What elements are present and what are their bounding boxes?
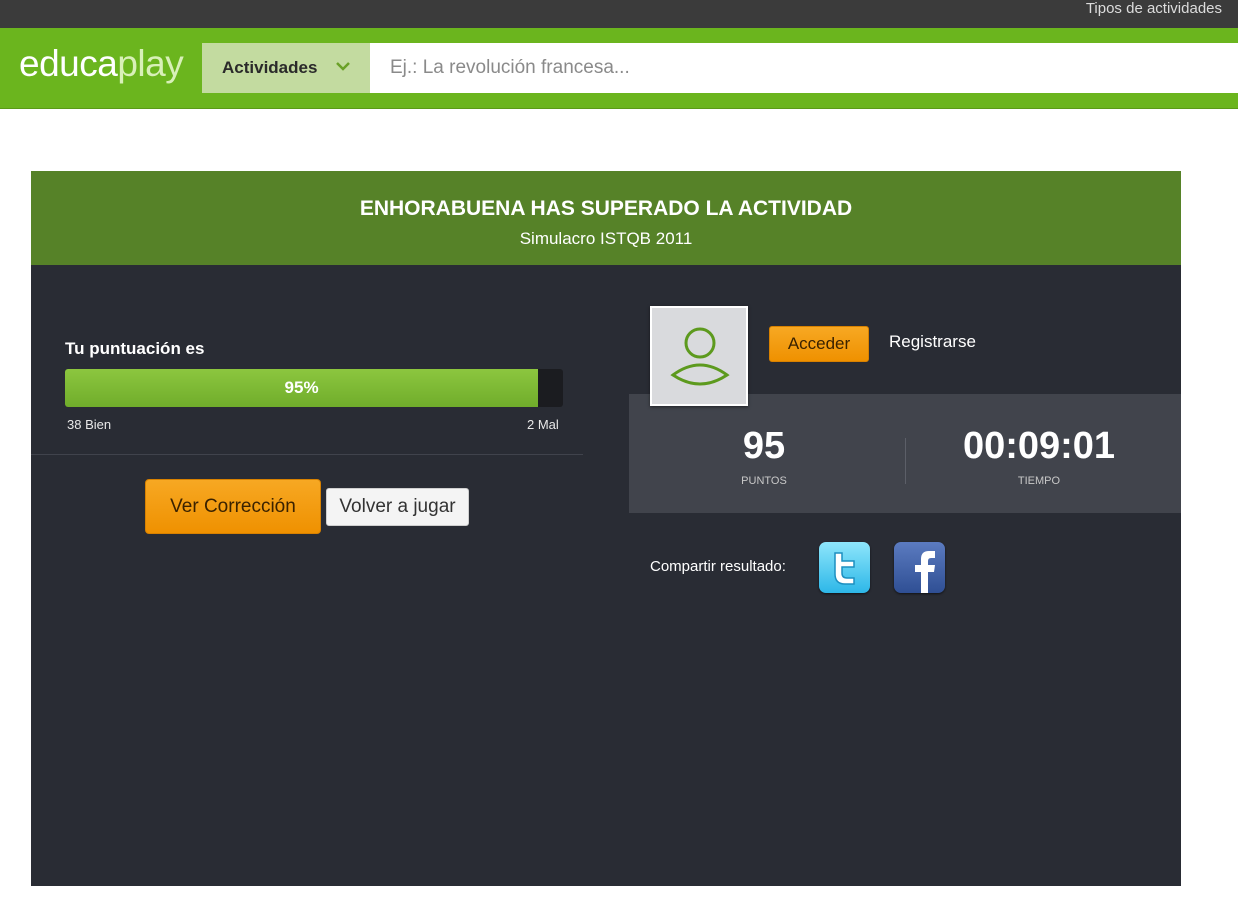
top-bar: Tipos de actividades xyxy=(0,0,1238,28)
volver-a-jugar-button[interactable]: Volver a jugar xyxy=(326,488,469,526)
twitter-glyph xyxy=(834,552,855,585)
actividades-label: Actividades xyxy=(222,58,318,77)
educaplay-logo[interactable]: educaplay xyxy=(19,43,184,84)
share-label: Compartir resultado: xyxy=(650,558,786,575)
points-label: PUNTOS xyxy=(741,475,787,487)
twitter-icon[interactable] xyxy=(819,542,870,593)
points-value: 95 xyxy=(742,425,786,467)
score-label: Tu puntuación es xyxy=(65,339,205,358)
acceder-button[interactable]: Acceder xyxy=(769,326,869,362)
time-value: 00:09:01 xyxy=(962,425,1116,467)
wrong-count: 2 Mal xyxy=(527,417,559,432)
ver-correccion-button[interactable]: Ver Corrección xyxy=(145,479,321,534)
avatar xyxy=(650,306,748,406)
score-percent-text: 95% xyxy=(284,378,319,397)
result-header: ENHORABUENA HAS SUPERADO LA ACTIVIDAD Si… xyxy=(31,171,1181,265)
divider xyxy=(31,454,583,455)
facebook-icon[interactable] xyxy=(894,542,945,593)
logo-text-play: play xyxy=(117,43,184,84)
tipos-actividades-link[interactable]: Tipos de actividades xyxy=(1086,0,1222,20)
time-label: TIEMPO xyxy=(1017,475,1061,487)
result-panel: ENHORABUENA HAS SUPERADO LA ACTIVIDAD Si… xyxy=(31,171,1181,886)
registrarse-link[interactable]: Registrarse xyxy=(889,332,976,352)
stats-box: 95 PUNTOS 00:09:01 TIEMPO xyxy=(629,394,1181,513)
facebook-glyph xyxy=(915,551,935,593)
activity-name: Simulacro ISTQB 2011 xyxy=(519,229,693,248)
search-input[interactable] xyxy=(370,43,1238,93)
user-icon xyxy=(670,327,730,386)
logo-text-educa: educa xyxy=(19,43,118,84)
correct-count: 38 Bien xyxy=(67,417,112,432)
stats-divider xyxy=(905,438,906,484)
chevron-down-icon xyxy=(336,62,350,71)
site-header: educaplay Actividades xyxy=(0,28,1238,109)
score-progress-bar: 95% xyxy=(65,369,563,407)
actividades-dropdown[interactable]: Actividades xyxy=(202,43,370,93)
result-title: ENHORABUENA HAS SUPERADO LA ACTIVIDAD xyxy=(359,197,853,220)
